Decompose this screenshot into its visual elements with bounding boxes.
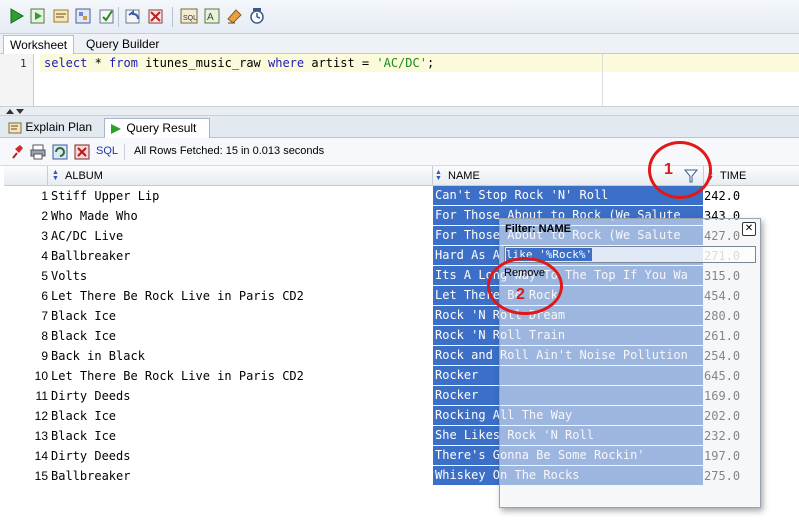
row-number: 5 <box>41 269 48 283</box>
row-number: 15 <box>34 469 48 483</box>
tab-worksheet[interactable]: Worksheet <box>3 35 75 54</box>
to-upper-icon[interactable]: A <box>203 7 221 25</box>
column-label: NAME <box>448 170 480 182</box>
tab-explain-plan-label: Explain Plan <box>25 120 93 134</box>
row-number-header <box>4 166 48 186</box>
token-column: artist = <box>304 56 377 70</box>
sort-icon[interactable]: ▲ ▼ <box>52 169 61 182</box>
rollback-icon[interactable] <box>124 7 142 25</box>
row-number: 6 <box>41 289 48 303</box>
row-number: 3 <box>41 229 48 243</box>
cell-album[interactable]: Let There Be Rock Live in Paris CD2 <box>51 286 304 306</box>
explain-plan-icon[interactable] <box>74 7 92 25</box>
result-tabs: Explain Plan ✕ Query Result ✕ <box>0 116 799 154</box>
tab-explain-plan[interactable]: Explain Plan ✕ <box>4 118 104 153</box>
svg-text:SQL: SQL <box>183 15 197 22</box>
cancel-query-icon[interactable] <box>74 144 90 160</box>
autotrace-icon[interactable] <box>52 7 70 25</box>
row-number: 10 <box>34 369 48 383</box>
collapse-arrows-icon[interactable] <box>4 107 34 115</box>
split-divider[interactable] <box>0 106 799 116</box>
cell-album[interactable]: Stiff Upper Lip <box>51 186 159 206</box>
row-number: 1 <box>41 189 48 203</box>
keyword-select: select <box>44 56 88 70</box>
column-label: TIME <box>720 170 747 182</box>
editor-tabs: Worksheet Query Builder <box>0 34 799 54</box>
row-number: 9 <box>41 349 48 363</box>
clear-icon[interactable] <box>225 7 243 25</box>
cell-album[interactable]: Black Ice <box>51 306 116 326</box>
line-number: 1 <box>20 57 27 70</box>
cell-album[interactable]: Who Made Who <box>51 206 138 226</box>
filter-popup-title: Filter: NAME <box>505 223 571 235</box>
keyword-where: where <box>268 56 305 70</box>
cell-album[interactable]: Ballbreaker <box>51 246 130 266</box>
main-toolbar: SQL A <box>0 0 799 34</box>
run-script-icon[interactable] <box>29 7 47 25</box>
sql-tuning-icon[interactable]: SQL <box>180 7 198 25</box>
toolbar-separator <box>118 7 119 27</box>
line-gutter: 1 <box>0 54 34 106</box>
tab-query-result-label: Query Result <box>126 121 197 135</box>
sort-icon[interactable]: ▲ ▼ <box>435 169 444 182</box>
print-icon[interactable] <box>30 144 46 160</box>
cell-time[interactable]: 242.0 <box>704 186 740 206</box>
run-statement-icon[interactable] <box>8 7 26 25</box>
commit-icon[interactable] <box>98 7 116 25</box>
token-semicolon: ; <box>426 56 435 70</box>
toolbar-separator <box>172 7 173 27</box>
row-number: 14 <box>34 449 48 463</box>
row-number: 11 <box>35 389 48 403</box>
cell-album[interactable]: Let There Be Rock Live in Paris CD2 <box>51 366 304 386</box>
cell-album[interactable]: Ballbreaker <box>51 466 130 486</box>
row-number: 13 <box>34 429 48 443</box>
pin-icon[interactable] <box>10 144 24 160</box>
annotation-circle-1 <box>648 141 712 199</box>
row-number: 2 <box>41 209 48 223</box>
row-number: 4 <box>41 249 48 263</box>
cell-album[interactable]: AC/DC Live <box>51 226 123 246</box>
refresh-icon[interactable] <box>52 144 68 160</box>
string-literal: 'AC/DC' <box>376 56 427 70</box>
fetch-status: All Rows Fetched: 15 in 0.013 seconds <box>134 145 325 157</box>
annotation-number-2: 2 <box>516 286 525 303</box>
cell-album[interactable]: Black Ice <box>51 406 116 426</box>
toolbar-separator <box>124 144 125 160</box>
cell-album[interactable]: Dirty Deeds <box>51 446 130 466</box>
sql-statement[interactable]: select * from itunes_music_raw where art… <box>40 54 799 72</box>
cell-album[interactable]: Back in Black <box>51 346 145 366</box>
row-number: 12 <box>34 409 48 423</box>
svg-text:A: A <box>207 12 214 23</box>
keyword-from: from <box>109 56 138 70</box>
column-header-time[interactable]: ▲ ▼ TIME <box>704 166 799 186</box>
cell-album[interactable]: Volts <box>51 266 87 286</box>
explain-plan-tab-icon <box>8 122 22 134</box>
column-label: ALBUM <box>65 170 103 182</box>
unshared-sql-icon[interactable] <box>147 7 165 25</box>
close-icon[interactable]: ✕ <box>742 222 756 236</box>
token-star: * <box>87 56 110 70</box>
token-table: itunes_music_raw <box>137 56 268 70</box>
annotation-number-1: 1 <box>664 161 673 178</box>
history-icon[interactable] <box>248 7 266 25</box>
column-header-album[interactable]: ▲ ▼ ALBUM <box>48 166 433 186</box>
annotation-circle-2 <box>487 257 563 315</box>
cell-album[interactable]: Dirty Deeds <box>51 386 130 406</box>
row-number: 7 <box>41 309 48 323</box>
row-number: 8 <box>41 329 48 343</box>
run-result-tab-icon <box>111 123 121 134</box>
sql-link[interactable]: SQL <box>96 145 118 157</box>
editor-margin-line <box>602 54 603 106</box>
cell-album[interactable]: Black Ice <box>51 426 116 446</box>
tab-query-result[interactable]: Query Result ✕ <box>104 118 210 154</box>
cell-album[interactable]: Black Ice <box>51 326 116 346</box>
tab-query-builder[interactable]: Query Builder <box>80 35 165 54</box>
sql-editor[interactable]: 1 select * from itunes_music_raw where a… <box>0 54 799 106</box>
